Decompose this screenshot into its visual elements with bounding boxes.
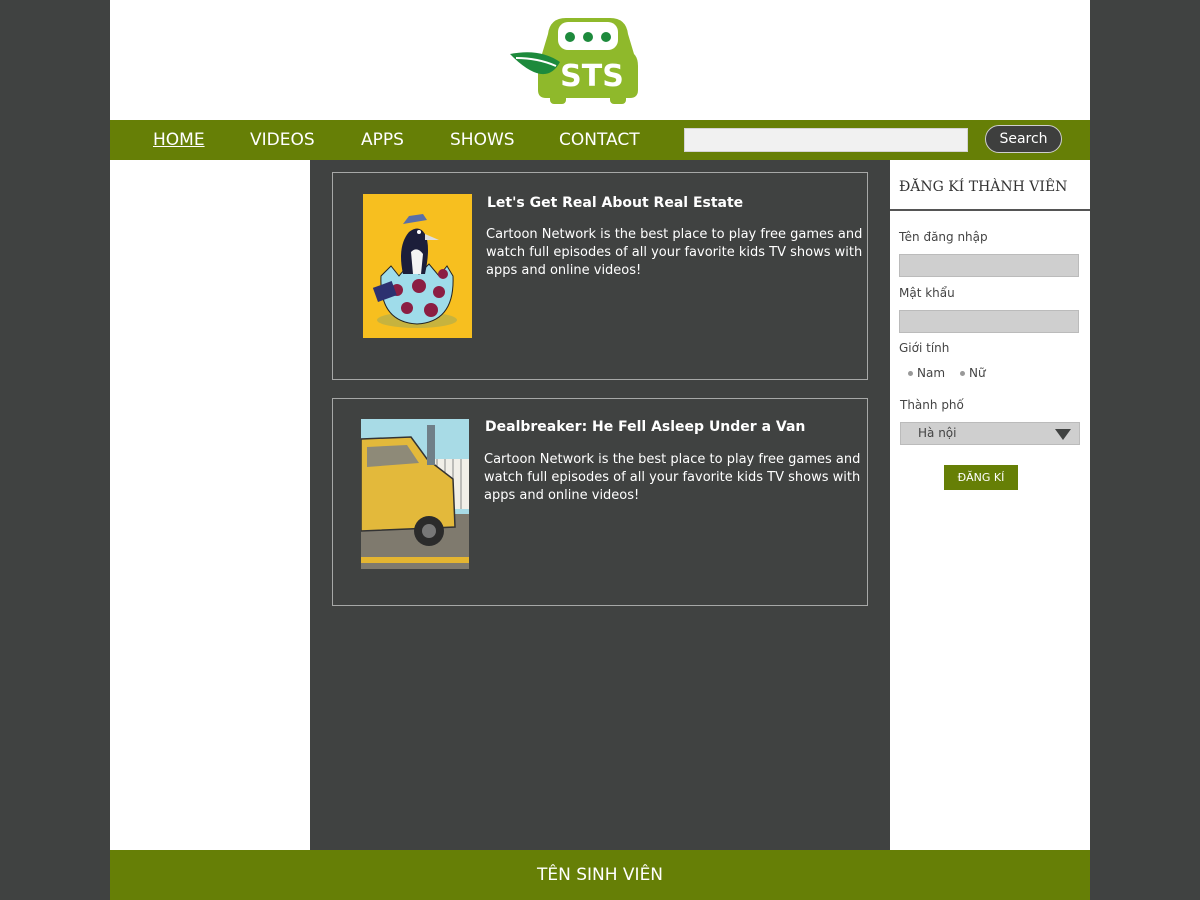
article-thumbnail-magpie[interactable] <box>363 194 472 338</box>
password-label: Mật khẩu <box>899 286 955 300</box>
city-select-value: Hà nội <box>918 426 957 440</box>
page-wrapper: STS HOME VIDEOS APPS SHOWS CONTACT Searc… <box>110 0 1090 900</box>
main-content: Let's Get Real About Real Estate Cartoon… <box>310 160 890 850</box>
register-sidebar: ĐĂNG KÍ THÀNH VIÊN Tên đăng nhập Mật khẩ… <box>890 160 1090 850</box>
article-description: Cartoon Network is the best place to pla… <box>484 452 861 503</box>
dropdown-arrow-icon <box>1055 429 1071 440</box>
header: STS <box>110 0 1090 120</box>
username-field[interactable] <box>899 254 1079 277</box>
radio-dot-icon <box>960 371 965 376</box>
footer-text: TÊN SINH VIÊN <box>536 865 664 885</box>
article-description: Cartoon Network is the best place to pla… <box>486 227 863 278</box>
password-field[interactable] <box>899 310 1079 333</box>
article-card: Dealbreaker: He Fell Asleep Under a Van … <box>332 398 868 606</box>
gender-radio-male[interactable]: Nam <box>908 366 945 380</box>
radio-dot-icon <box>908 371 913 376</box>
nav-videos[interactable]: VIDEOS <box>250 120 315 160</box>
register-divider <box>890 209 1090 211</box>
left-sidebar <box>110 160 310 850</box>
city-label: Thành phố <box>900 398 964 412</box>
nav-shows[interactable]: SHOWS <box>450 120 515 160</box>
gender-option-label: Nữ <box>969 366 986 380</box>
navbar: HOME VIDEOS APPS SHOWS CONTACT Search <box>110 120 1090 160</box>
search-input[interactable] <box>684 128 968 152</box>
nav-home[interactable]: HOME <box>153 120 205 160</box>
article-card: Let's Get Real About Real Estate Cartoon… <box>332 172 868 380</box>
article-thumbnail-van[interactable] <box>361 419 469 569</box>
sts-logo[interactable]: STS <box>510 14 642 106</box>
logo-text: STS <box>560 59 624 94</box>
gender-option-label: Nam <box>917 366 946 380</box>
register-title: ĐĂNG KÍ THÀNH VIÊN <box>899 179 1068 195</box>
gender-radio-female[interactable]: Nữ <box>960 366 986 380</box>
username-label: Tên đăng nhập <box>899 230 988 244</box>
search-button[interactable]: Search <box>985 125 1062 153</box>
city-select[interactable]: Hà nội <box>900 422 1080 445</box>
article-title[interactable]: Let's Get Real About Real Estate <box>487 195 743 211</box>
nav-contact[interactable]: CONTACT <box>559 120 640 160</box>
article-title[interactable]: Dealbreaker: He Fell Asleep Under a Van <box>485 419 805 435</box>
gender-label: Giới tính <box>899 341 950 355</box>
nav-apps[interactable]: APPS <box>361 120 404 160</box>
footer: TÊN SINH VIÊN <box>110 850 1090 900</box>
register-button[interactable]: ĐĂNG KÍ <box>944 465 1018 490</box>
